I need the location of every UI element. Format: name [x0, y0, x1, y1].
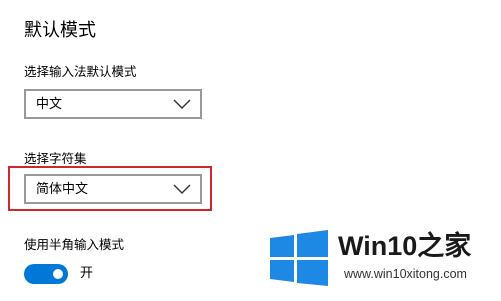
halfwidth-toggle-state: 开 — [80, 266, 94, 281]
halfwidth-label: 使用半角输入模式 — [24, 237, 125, 252]
watermark: Win10之家 www.win10xitong.com — [268, 226, 496, 292]
charset-value: 简体中文 — [36, 182, 89, 197]
charset-dropdown[interactable]: 简体中文 — [24, 174, 202, 204]
halfwidth-toggle[interactable] — [24, 264, 68, 284]
windows-logo-icon — [270, 230, 328, 286]
toggle-knob — [53, 269, 63, 279]
input-method-default-dropdown[interactable]: 中文 — [24, 89, 202, 119]
watermark-brand-prefix: Win10 — [338, 231, 418, 261]
watermark-brand-suffix: 之家 — [417, 231, 472, 261]
charset-label: 选择字符集 — [24, 151, 87, 166]
chevron-down-icon — [173, 184, 191, 194]
input-method-default-label: 选择输入法默认模式 — [24, 64, 137, 79]
watermark-brand: Win10之家 — [338, 230, 471, 262]
chevron-down-icon — [173, 99, 191, 109]
section-title: 默认模式 — [24, 20, 96, 41]
watermark-url: www.win10xitong.com — [344, 267, 467, 281]
input-method-default-value: 中文 — [36, 97, 63, 112]
